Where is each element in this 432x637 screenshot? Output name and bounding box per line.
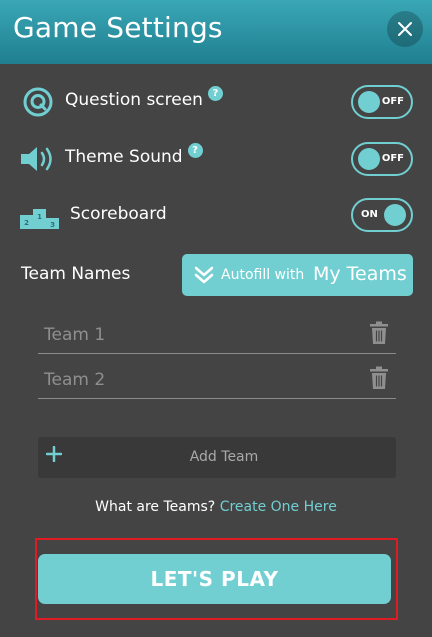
setting-row-question-screen: Question screen? OFF xyxy=(0,82,432,122)
toggle-knob xyxy=(358,148,380,170)
page-title: Game Settings xyxy=(13,11,223,44)
chevron-down-icon xyxy=(194,266,214,284)
team-field-1 xyxy=(38,317,396,354)
setting-label: Scoreboard xyxy=(70,204,167,224)
team-name-input[interactable] xyxy=(42,366,346,394)
toggle-knob xyxy=(358,91,380,113)
trash-icon[interactable] xyxy=(369,321,389,345)
close-button[interactable] xyxy=(387,11,423,47)
toggle-state: ON xyxy=(361,209,378,220)
help-badge[interactable]: ? xyxy=(207,86,223,101)
lets-play-button[interactable]: LET'S PLAY xyxy=(38,554,391,604)
toggle-knob xyxy=(384,204,406,226)
autofill-my-teams-button[interactable]: Autofill with My Teams xyxy=(182,254,413,296)
create-team-link[interactable]: Create One Here xyxy=(220,499,337,515)
setting-label: Question screen? xyxy=(65,86,223,110)
theme-sound-toggle[interactable]: OFF xyxy=(351,142,413,176)
question-screen-icon xyxy=(23,87,53,117)
svg-text:3: 3 xyxy=(50,221,55,229)
teams-help-text: What are Teams? Create One Here xyxy=(0,499,432,515)
add-team-button[interactable]: Add Team xyxy=(38,437,396,478)
toggle-state: OFF xyxy=(381,96,404,107)
teams-question: What are Teams? xyxy=(95,499,216,515)
svg-text:2: 2 xyxy=(24,219,29,227)
speaker-icon xyxy=(21,147,52,171)
setting-row-theme-sound: Theme Sound? OFF xyxy=(0,139,432,179)
setting-label: Theme Sound? xyxy=(65,143,203,167)
header-bar: Game Settings xyxy=(0,0,432,64)
podium-icon: 2 1 3 xyxy=(20,209,59,229)
setting-row-scoreboard: 2 1 3 Scoreboard ON xyxy=(0,196,432,236)
team-name-input[interactable] xyxy=(42,321,346,349)
question-screen-toggle[interactable]: OFF xyxy=(351,85,413,119)
scoreboard-toggle[interactable]: ON xyxy=(351,198,413,232)
svg-text:1: 1 xyxy=(37,213,42,221)
team-field-2 xyxy=(38,362,396,399)
autofill-prefix: Autofill with xyxy=(221,267,305,283)
trash-icon[interactable] xyxy=(369,366,389,390)
autofill-target: My Teams xyxy=(313,263,407,285)
team-names-label: Team Names xyxy=(21,264,131,284)
toggle-state: OFF xyxy=(381,153,404,164)
help-badge[interactable]: ? xyxy=(187,143,203,158)
close-icon xyxy=(398,22,412,36)
add-team-label: Add Team xyxy=(189,449,259,465)
